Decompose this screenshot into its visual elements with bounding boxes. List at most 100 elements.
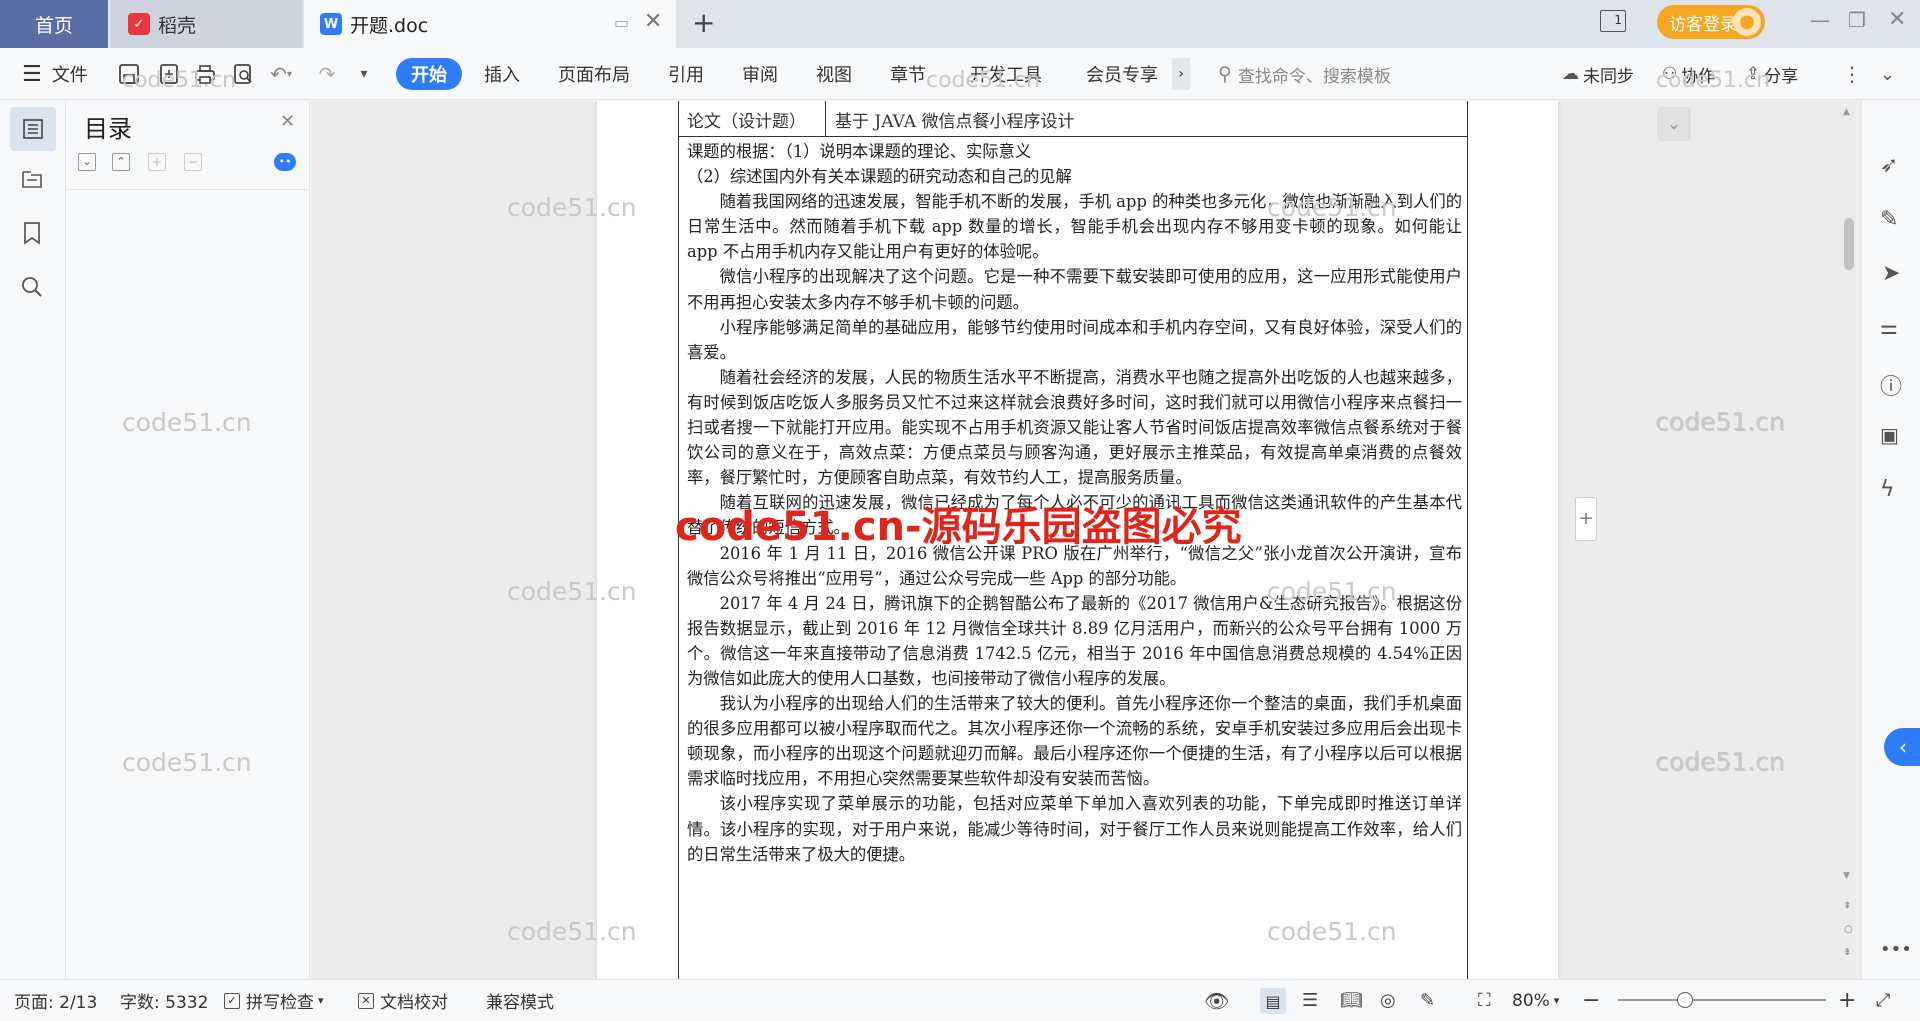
collapse-all-icon[interactable]: ⌃ xyxy=(112,153,130,171)
toc-divider xyxy=(66,189,310,190)
paragraph[interactable]: 我认为小程序的出现给人们的生活带来了较大的便利。首先小程序还你一个整洁的桌面，我… xyxy=(687,691,1462,791)
menu-chapter[interactable]: 章节 xyxy=(890,48,926,100)
print-icon[interactable] xyxy=(192,61,218,87)
minimize-icon[interactable]: — xyxy=(1810,8,1830,32)
next-page-icon[interactable]: ⇟ xyxy=(1843,947,1851,958)
vertical-scrollbar[interactable]: ▲ ▼ ⇞ ○ ⇟ xyxy=(1837,101,1861,979)
red-watermark: code51.cn-源码乐园盗图必究 xyxy=(675,504,1242,550)
restore-icon[interactable]: ❐ xyxy=(1848,8,1866,32)
find-icon[interactable] xyxy=(20,275,44,303)
add-heading-icon[interactable]: + xyxy=(148,153,166,171)
tab-bar: 首页 ✓ 稻壳 W 开题.doc ▭ ✕ + 1 访客登录 ● — ❐ ✕ xyxy=(0,0,1920,48)
collaborate-button[interactable]: ⚇ 协作 xyxy=(1662,48,1715,100)
more-options-icon[interactable]: ⋮ xyxy=(1842,48,1862,100)
chapter-nav-icon[interactable] xyxy=(20,167,44,195)
rocket-icon[interactable]: ➶ xyxy=(1880,153,1898,178)
zoom-slider[interactable] xyxy=(1618,992,1826,1008)
export-pdf-icon[interactable] xyxy=(156,61,182,87)
new-tab-button[interactable]: + xyxy=(692,6,715,39)
fullscreen-icon[interactable]: ⤢ xyxy=(1876,980,1890,1021)
more-menus-button[interactable]: › xyxy=(1172,58,1190,90)
lightning-icon[interactable]: ϟ xyxy=(1880,477,1895,502)
tab-document[interactable]: W 开题.doc ▭ ✕ xyxy=(304,0,676,48)
settings-sliders-icon[interactable]: ⚌ xyxy=(1880,315,1898,339)
zoom-slider-thumb[interactable] xyxy=(1676,992,1693,1008)
help-icon[interactable]: ⓘ xyxy=(1880,369,1902,401)
close-window-icon[interactable]: ✕ xyxy=(1888,7,1906,32)
page-count[interactable]: 页面: 2/13 xyxy=(14,980,97,1021)
zoom-out-icon[interactable]: − xyxy=(1582,980,1600,1021)
menu-toolbar: ☰ 文件 ↶ ▾ ↷ ▾ 开始 插入 页面布局 引用 审阅 视图 章节 开发工具 … xyxy=(0,48,1920,100)
tab-home[interactable]: 首页 xyxy=(0,0,108,48)
toc-smart-icon[interactable]: •• xyxy=(274,153,296,171)
expand-panel-button[interactable]: ‹ xyxy=(1884,728,1920,766)
web-view-icon[interactable]: ◎ xyxy=(1380,980,1396,1021)
menu-review[interactable]: 审阅 xyxy=(742,48,778,100)
save-icon[interactable] xyxy=(116,61,142,87)
menu-developer[interactable]: 开发工具 xyxy=(970,48,1042,100)
close-tab-icon[interactable]: ✕ xyxy=(644,9,662,34)
tab-daoke[interactable]: ✓ 稻壳 xyxy=(110,0,302,48)
bookmark-icon[interactable] xyxy=(22,221,42,249)
write-mode-icon[interactable]: ✎ xyxy=(1420,980,1435,1021)
menu-insert[interactable]: 插入 xyxy=(484,48,520,100)
scrollbar-thumb[interactable] xyxy=(1844,218,1854,270)
menu-start[interactable]: 开始 xyxy=(396,58,462,90)
menu-references[interactable]: 引用 xyxy=(668,48,704,100)
pen-icon[interactable]: ✎ xyxy=(1880,207,1898,232)
expand-all-icon[interactable]: ⌄ xyxy=(78,153,96,171)
collapse-header-icon[interactable]: ⌄ xyxy=(1657,107,1691,141)
command-search[interactable]: ⚲ 查找命令、搜索模板 xyxy=(1218,48,1391,100)
menu-view[interactable]: 视图 xyxy=(816,48,852,100)
outline-view-icon[interactable]: ☰ xyxy=(1302,980,1318,1021)
paragraph[interactable]: 小程序能够满足简单的基础应用，能够节约使用时间成本和手机内存空间，又有良好体验，… xyxy=(687,315,1462,365)
eye-protection-icon[interactable]: 👁︎ xyxy=(1204,980,1229,1021)
scroll-down-icon[interactable]: ▼ xyxy=(1843,871,1850,881)
screen-icon[interactable]: ▭ xyxy=(614,13,629,32)
share-button[interactable]: ⇪ 分享 xyxy=(1746,48,1798,100)
file-menu[interactable]: ☰ 文件 xyxy=(22,48,88,100)
paragraph[interactable]: 该小程序实现了菜单展示的功能，包括对应菜单下单加入喜欢列表的功能，下单完成即时推… xyxy=(687,791,1462,866)
cloud-sync-icon: ☁ xyxy=(1562,64,1579,84)
paragraph[interactable]: 微信小程序的出现解决了这个问题。它是一种不需要下载安装即可使用的应用，这一应用形… xyxy=(687,264,1462,314)
proofread-label: 文档校对 xyxy=(380,993,448,1013)
collapse-ribbon-icon[interactable]: ⌄ xyxy=(1880,48,1895,100)
page-layout-icon[interactable]: 1 xyxy=(1600,10,1626,32)
quick-access-dropdown-icon[interactable]: ▾ xyxy=(354,63,374,85)
tab-daoke-label: 稻壳 xyxy=(158,14,197,37)
paragraph[interactable]: （2）综述国内外有关本课题的研究动态和自己的见解 xyxy=(687,164,1462,189)
document-proofread-button[interactable]: ✕ 文档校对 xyxy=(358,980,448,1021)
image-tool-icon[interactable]: ▣ xyxy=(1880,423,1899,447)
spell-check-button[interactable]: ✓ 拼写检查 ▾ xyxy=(224,980,324,1021)
zoom-in-icon[interactable]: + xyxy=(1838,980,1856,1021)
sync-status[interactable]: ☁ 未同步 xyxy=(1562,48,1634,100)
close-toc-icon[interactable]: ✕ xyxy=(280,111,295,132)
add-row-button[interactable]: + xyxy=(1575,497,1597,541)
redo-icon[interactable]: ↷ xyxy=(314,61,340,87)
menu-start-label: 开始 xyxy=(411,65,447,86)
thesis-title-value[interactable]: 基于 JAVA 微信点餐小程序设计 xyxy=(835,107,1074,132)
menu-page-layout[interactable]: 页面布局 xyxy=(558,48,630,100)
paragraph[interactable]: 随着社会经济的发展，人民的物质生活水平不断提高，消费水平也随之提高外出吃饭的人也… xyxy=(687,365,1462,490)
paragraph[interactable]: 课题的根据：（1）说明本课题的理论、实际意义 xyxy=(687,139,1462,164)
undo-icon[interactable]: ↶ ▾ xyxy=(266,61,296,87)
paragraph[interactable]: 随着我国网络的迅速发展，智能手机不断的发展，手机 app 的种类也多元化，微信也… xyxy=(687,189,1462,264)
fit-page-icon[interactable]: ⛶ xyxy=(1478,980,1491,1021)
collaborate-icon: ⚇ xyxy=(1662,64,1678,84)
scroll-up-icon[interactable]: ▲ xyxy=(1843,107,1850,117)
pointer-icon[interactable]: ➤ xyxy=(1882,261,1900,286)
reading-view-icon[interactable]: 📖︎ xyxy=(1340,980,1363,1021)
prev-page-icon[interactable]: ⇞ xyxy=(1843,901,1851,912)
tab-document-label: 开题.doc xyxy=(350,14,429,37)
paragraph[interactable]: 2017 年 4 月 24 日，腾讯旗下的企鹅智酷公布了最新的《2017 微信用… xyxy=(687,591,1462,691)
guest-login-button[interactable]: 访客登录 ● xyxy=(1657,5,1765,39)
word-count[interactable]: 字数: 5332 xyxy=(120,980,208,1021)
zoom-level[interactable]: 80% ▾ xyxy=(1512,980,1559,1021)
select-browse-icon[interactable]: ○ xyxy=(1844,924,1853,935)
page-view-icon[interactable]: ▤ xyxy=(1260,988,1286,1014)
print-preview-icon[interactable] xyxy=(230,61,256,87)
menu-member[interactable]: 会员专享 xyxy=(1086,48,1158,100)
more-tools-icon[interactable]: ••• xyxy=(1880,939,1912,960)
remove-heading-icon[interactable]: − xyxy=(184,153,202,171)
toc-panel-button[interactable] xyxy=(10,107,56,151)
